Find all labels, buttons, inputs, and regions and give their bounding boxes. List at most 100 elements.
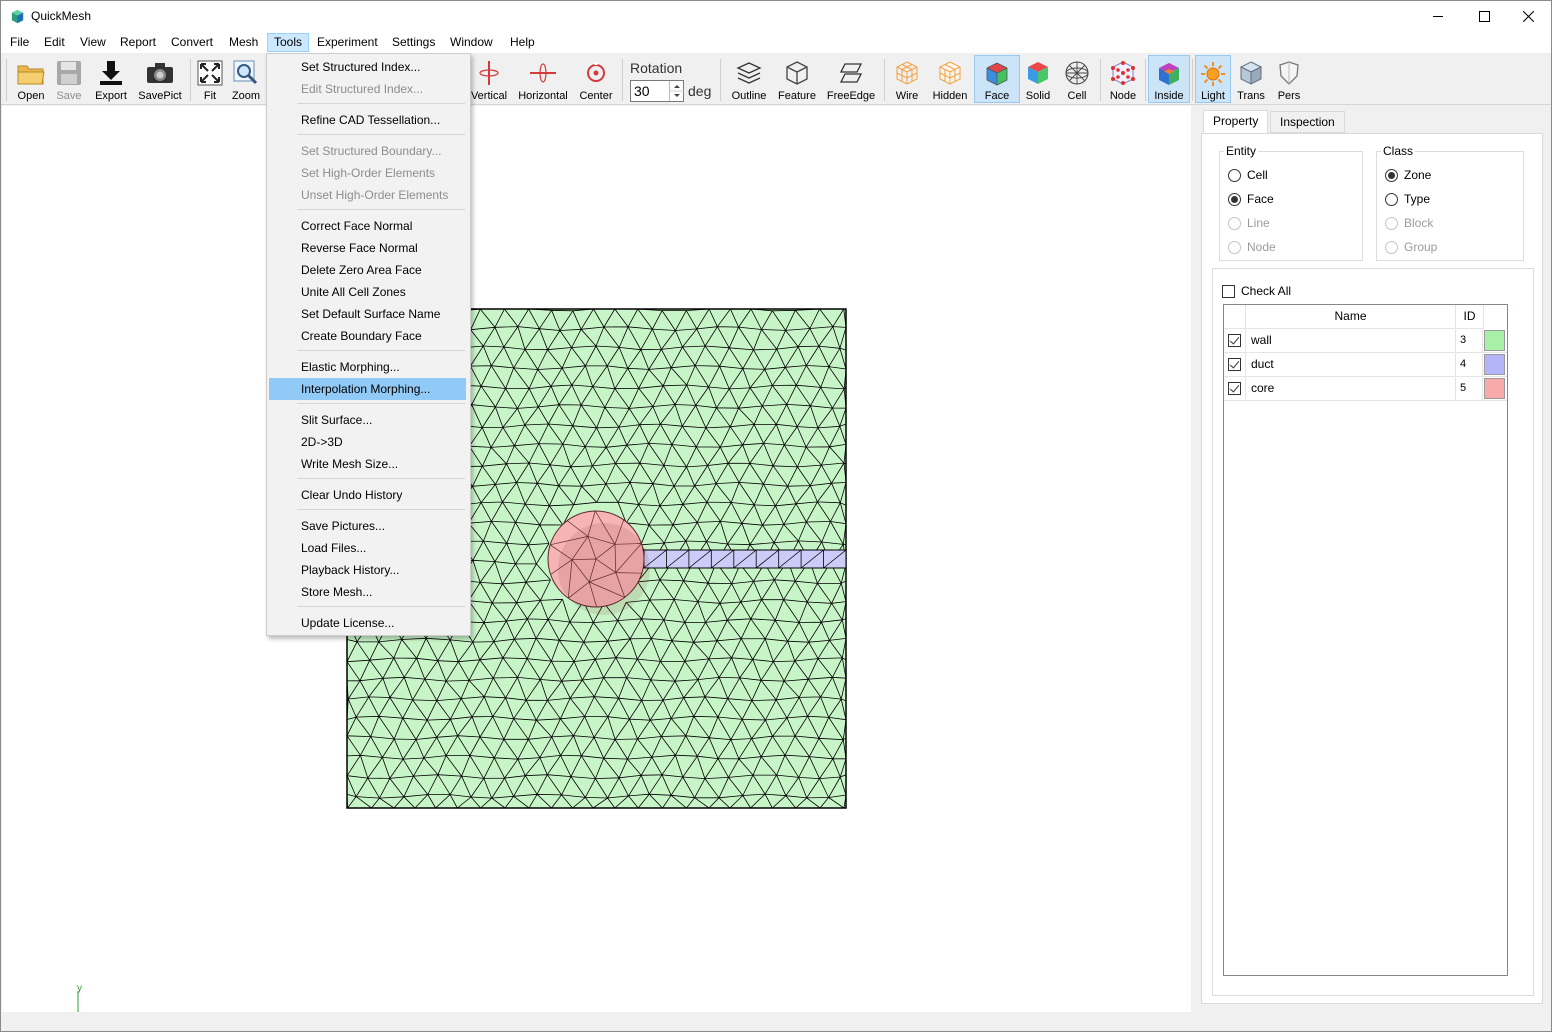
rotation-spinbox[interactable] [630,80,684,102]
menu-tools[interactable]: Tools [267,33,310,52]
entity-radio-line[interactable]: Line [1228,214,1270,232]
transparent-cube-icon [1239,61,1263,85]
entity-radio-node[interactable]: Node [1228,238,1276,256]
pers-button[interactable]: Pers [1272,55,1306,103]
center-rotation-button[interactable]: Center [577,55,615,103]
menu-edit[interactable]: Edit [38,33,71,52]
row-checkbox-core[interactable] [1228,382,1241,395]
menu-view[interactable]: View [74,33,112,52]
menu-item-create-boundary-face[interactable]: Create Boundary Face [269,325,466,347]
outline-button[interactable]: Outline [728,55,770,103]
solid-button[interactable]: Solid [1022,55,1054,103]
menu-item-elastic-morphing[interactable]: Elastic Morphing... [269,356,466,378]
class-group-title: Class [1381,144,1416,158]
light-button[interactable]: Light [1195,55,1231,103]
menu-item-unset-high-order-elements[interactable]: Unset High-Order Elements [269,184,466,206]
node-button[interactable]: Node [1105,55,1141,103]
menu-item-slit-surface[interactable]: Slit Surface... [269,409,466,431]
zone-color-swatch[interactable] [1484,354,1505,375]
horizontal-rotation-button[interactable]: Horizontal [516,55,570,103]
fit-button[interactable]: Fit [194,55,226,103]
table-row[interactable]: core 5 [1224,377,1507,401]
close-button[interactable] [1505,1,1551,32]
menu-item-set-structured-boundary[interactable]: Set Structured Boundary... [269,140,466,162]
table-header-check [1224,305,1246,329]
entity-radio-cell[interactable]: Cell [1228,166,1268,184]
menu-item-unite-all-cell-zones[interactable]: Unite All Cell Zones [269,281,466,303]
menu-item-clear-undo-history[interactable]: Clear Undo History [269,484,466,506]
cell-button[interactable]: Cell [1061,55,1093,103]
class-radio-block[interactable]: Block [1385,214,1433,232]
table-row[interactable]: wall 3 [1224,329,1507,353]
table-header-id[interactable]: ID [1456,305,1484,329]
menu-item-store-mesh[interactable]: Store Mesh... [269,581,466,603]
menu-experiment[interactable]: Experiment [311,33,384,52]
row-checkbox-wall[interactable] [1228,334,1241,347]
menu-settings[interactable]: Settings [386,33,441,52]
rotation-spin-arrows[interactable] [669,81,684,101]
open-button[interactable]: Open [13,55,49,103]
feature-button[interactable]: Feature [775,55,819,103]
maximize-button[interactable] [1461,1,1507,32]
menu-item-update-license[interactable]: Update License... [269,612,466,634]
menu-item-save-pictures[interactable]: Save Pictures... [269,515,466,537]
menu-convert[interactable]: Convert [165,33,219,52]
class-radio-group[interactable]: Group [1385,238,1437,256]
menu-item-set-structured-index[interactable]: Set Structured Index... [269,56,466,78]
rotation-input[interactable] [634,83,668,99]
savepict-button[interactable]: SavePict [137,55,183,103]
status-bar [1,1012,1551,1031]
menu-item-playback-history[interactable]: Playback History... [269,559,466,581]
save-button[interactable]: Save [51,55,87,103]
menu-item-delete-zero-area-face[interactable]: Delete Zero Area Face [269,259,466,281]
trans-button[interactable]: Trans [1234,55,1268,103]
menu-item-set-high-order-elements[interactable]: Set High-Order Elements [269,162,466,184]
tab-inspection[interactable]: Inspection [1270,111,1345,133]
tab-property[interactable]: Property [1203,110,1269,134]
menu-item-edit-structured-index[interactable]: Edit Structured Index... [269,78,466,100]
menu-item-2d-to-3d[interactable]: 2D->3D [269,431,466,453]
freeedge-button[interactable]: FreeEdge [825,55,877,103]
radio-selected-icon [1228,192,1241,206]
zone-color-swatch[interactable] [1484,330,1505,351]
radio-icon [1228,216,1241,230]
fit-screen-icon [197,60,223,86]
zone-id: 5 [1456,377,1483,400]
face-button[interactable]: Face [974,55,1020,103]
entity-radio-face[interactable]: Face [1228,190,1274,208]
window-title: QuickMesh [31,9,92,23]
inside-button[interactable]: Inside [1148,55,1190,103]
menu-item-set-default-surface-name[interactable]: Set Default Surface Name [269,303,466,325]
menu-item-refine-cad-tessellation[interactable]: Refine CAD Tessellation... [269,109,466,131]
menu-help[interactable]: Help [504,33,541,52]
menu-window[interactable]: Window [444,33,499,52]
vertical-rotation-button[interactable]: Vertical [468,55,510,103]
mesh-canvas[interactable] [2,106,1191,1012]
wire-button[interactable]: Wire [889,55,925,103]
hidden-button[interactable]: Hidden [930,55,970,103]
duct-zone-mesh [643,549,847,569]
class-radio-zone[interactable]: Zone [1385,166,1431,184]
class-radio-type[interactable]: Type [1385,190,1430,208]
check-all-checkbox[interactable]: Check All [1222,284,1291,298]
row-checkbox-duct[interactable] [1228,358,1241,371]
menu-item-write-mesh-size[interactable]: Write Mesh Size... [269,453,466,475]
menu-report[interactable]: Report [114,33,162,52]
checkbox-icon [1222,284,1235,298]
menu-mesh[interactable]: Mesh [223,33,264,52]
zoom-button[interactable]: Zoom [229,55,263,103]
menu-file[interactable]: File [4,33,35,52]
cell-sphere-icon [1065,61,1089,85]
zone-color-swatch[interactable] [1484,378,1505,399]
minimize-button[interactable] [1415,1,1461,32]
export-button[interactable]: Export [92,55,130,103]
mesh-viewport[interactable]: y x z [2,106,1191,1031]
menu-item-correct-face-normal[interactable]: Correct Face Normal [269,215,466,237]
menu-item-interpolation-morphing[interactable]: Interpolation Morphing... [269,378,466,400]
table-header-name[interactable]: Name [1246,305,1456,329]
class-group: Class Zone Type Block Group [1376,144,1524,261]
property-tab-content: Entity Cell Face Line Node Class Zone Ty… [1201,133,1543,1004]
table-row[interactable]: duct 4 [1224,353,1507,377]
menu-item-reverse-face-normal[interactable]: Reverse Face Normal [269,237,466,259]
menu-item-load-files[interactable]: Load Files... [269,537,466,559]
